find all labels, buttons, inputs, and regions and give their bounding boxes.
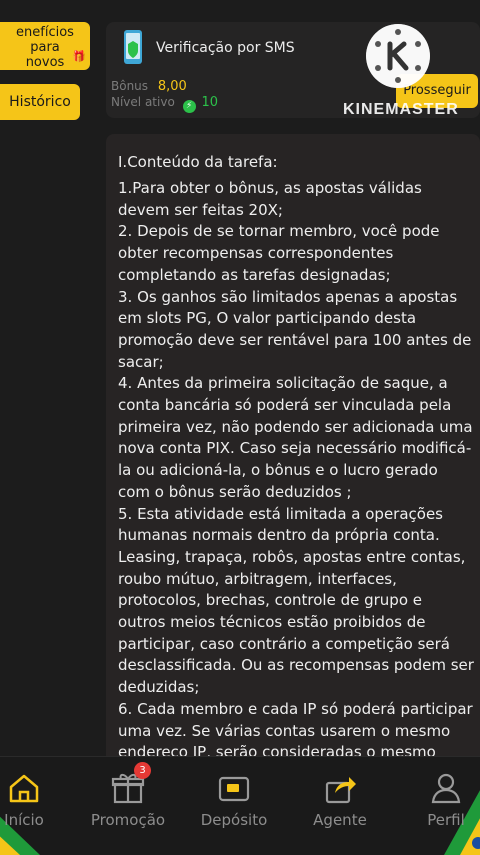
phone-shield-icon: [124, 30, 142, 64]
nav-deposit-label: Depósito: [200, 811, 268, 829]
wallet-icon: [218, 776, 250, 802]
active-level-row: Nível ativo ⚡ 10: [111, 95, 218, 113]
nav-agent-label: Agente: [313, 811, 367, 829]
rule-item: 5. Esta atividade está limitada a operaç…: [118, 504, 474, 697]
task-content-panel[interactable]: I.Conteúdo da tarefa: 1.Para obter o bôn…: [106, 134, 480, 774]
nav-home-label: Início: [4, 811, 44, 829]
promotion-badge: 3: [134, 762, 151, 779]
task-content-heading: I.Conteúdo da tarefa:: [118, 153, 278, 171]
task-title: Verificação por SMS: [156, 40, 295, 56]
nav-profile-label: Perfil: [427, 811, 465, 829]
rule-item: 4. Antes da primeira solicitação de saqu…: [118, 374, 473, 501]
active-level-label: Nível ativo: [111, 95, 175, 109]
lightning-icon: ⚡: [182, 100, 196, 113]
active-level-value: 10: [201, 95, 218, 110]
bonus-value: 8,00: [157, 79, 187, 94]
history-button[interactable]: Histórico: [0, 84, 80, 120]
kinemaster-logo-icon: [366, 24, 430, 88]
rule-item: 6. Cada membro e cada IP só poderá parti…: [118, 699, 473, 762]
bonus-label: Bônus: [111, 79, 149, 93]
new-players-benefits-button[interactable]: enefícios para novos jogadores 🎁: [0, 22, 90, 70]
bottom-navigation: Início 3 Promoção Depósito Agente Perfil: [0, 756, 480, 855]
rule-item: 2. Depois de se tornar membro, você pode…: [118, 222, 440, 284]
rule-item: 3. Os ganhos são limitados apenas a apos…: [118, 287, 472, 371]
rule-item: 1.Para obter o bônus, as apostas válidas…: [118, 179, 422, 219]
home-icon: [9, 774, 39, 803]
kinemaster-watermark-text: KINEMASTER: [343, 101, 459, 118]
nav-promotion-label: Promoção: [90, 811, 166, 829]
task-rules-list: 1.Para obter o bônus, as apostas válidas…: [118, 178, 474, 764]
profile-icon: [431, 773, 461, 804]
gift-icon: 🎁: [72, 50, 86, 63]
share-icon: [325, 777, 356, 804]
bonus-row: Bônus 8,00: [111, 79, 187, 94]
